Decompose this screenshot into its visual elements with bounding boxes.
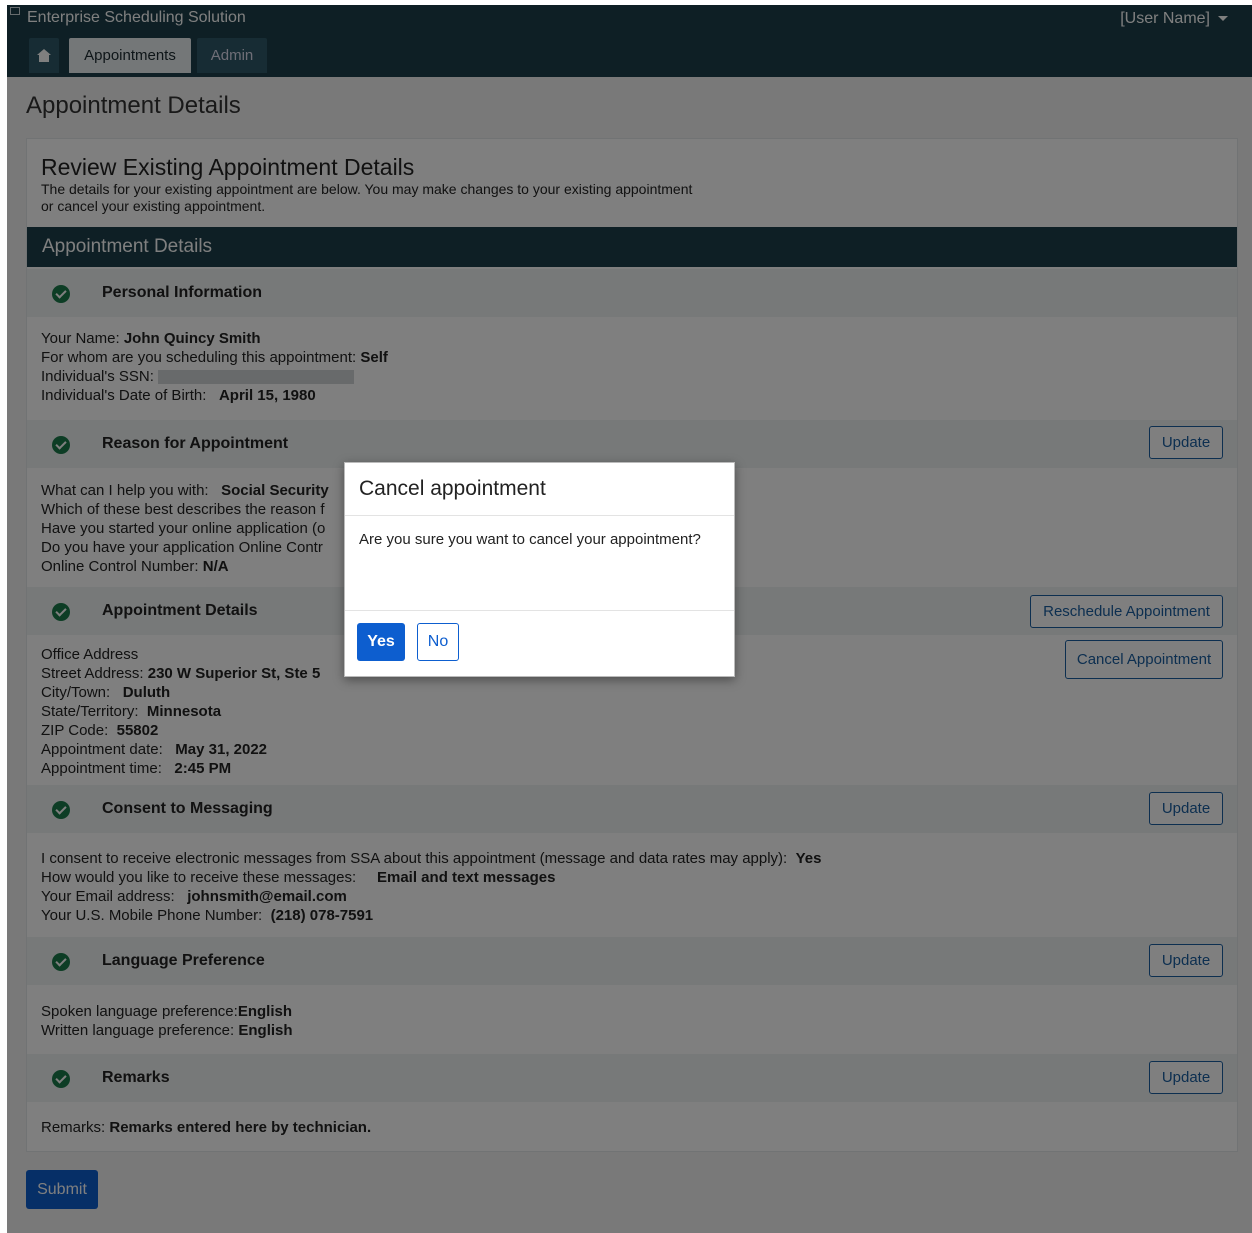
app-window: Enterprise Scheduling Solution [User Nam…	[7, 5, 1252, 1233]
dialog-message: Are you sure you want to cancel your app…	[359, 531, 701, 548]
divider	[345, 610, 734, 611]
cancel-appointment-dialog: Cancel appointment Are you sure you want…	[344, 462, 735, 677]
no-button[interactable]: No	[417, 623, 459, 661]
divider	[345, 515, 734, 516]
yes-button[interactable]: Yes	[357, 623, 405, 661]
dialog-title: Cancel appointment	[359, 477, 546, 500]
